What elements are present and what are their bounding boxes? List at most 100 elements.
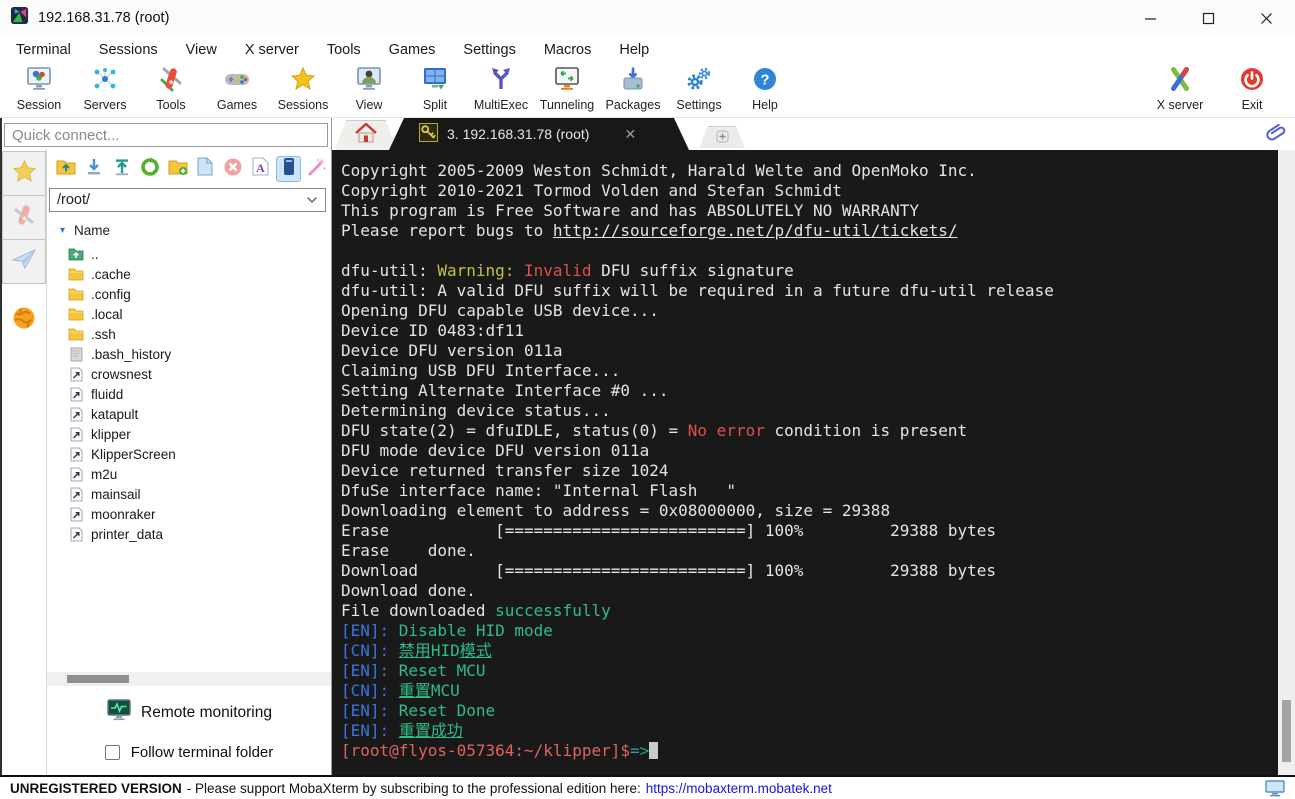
menu-help[interactable]: Help	[605, 38, 663, 62]
file-list-header[interactable]: ▾ Name	[47, 218, 331, 244]
home-icon	[353, 121, 379, 150]
file-row[interactable]: .local	[68, 304, 331, 324]
rename-file-button[interactable]: A	[249, 156, 274, 182]
toolbar-settings-button[interactable]: Settings	[666, 66, 732, 112]
file-row[interactable]: ..	[68, 244, 331, 264]
file-list-hscrollbar[interactable]	[47, 672, 331, 686]
attachments-paperclip-icon[interactable]	[1265, 120, 1287, 151]
path-dropdown[interactable]: /root/	[49, 188, 326, 212]
toolbar-servers-button[interactable]: Servers	[72, 66, 138, 112]
toolbar-multiexec-button[interactable]: MultiExec	[468, 66, 534, 112]
menu-sessions[interactable]: Sessions	[85, 38, 172, 62]
folder-icon	[68, 267, 84, 281]
menu-settings[interactable]: Settings	[449, 38, 529, 62]
download-file-button[interactable]	[82, 156, 107, 182]
file-row[interactable]: mainsail	[68, 484, 331, 504]
toolbar-button-label: MultiExec	[473, 98, 529, 112]
mobatek-link[interactable]: https://mobaxterm.mobatek.net	[646, 781, 832, 796]
follow-terminal-checkbox[interactable]	[104, 745, 120, 760]
follow-terminal-folder[interactable]: Follow terminal folder	[47, 729, 331, 775]
terminal-vscrollbar[interactable]	[1278, 150, 1295, 775]
file-row[interactable]: .config	[68, 284, 331, 304]
toolbar-view-button[interactable]: View	[336, 66, 402, 112]
terminal-text: DFU mode device DFU version 011a	[341, 441, 650, 460]
file-row[interactable]: moonraker	[68, 504, 331, 524]
sidebar-tab-macros[interactable]	[2, 239, 46, 284]
create-folder-button[interactable]	[165, 156, 190, 182]
ftb-upload-icon	[113, 158, 131, 181]
go-to-parent-folder-button[interactable]	[54, 156, 79, 182]
terminal-text: condition is present	[764, 421, 968, 440]
tab-active-session[interactable]: 3. 192.168.31.78 (root) ✕	[389, 118, 689, 150]
toolbar-tools-button[interactable]: Tools	[138, 66, 204, 112]
create-file-button[interactable]	[193, 156, 218, 182]
menu-macros[interactable]: Macros	[530, 38, 606, 62]
toolbar-packages-button[interactable]: Packages	[600, 66, 666, 112]
terminal-output[interactable]: Copyright 2005-2009 Weston Schmidt, Hara…	[332, 150, 1278, 775]
refresh-folder-button[interactable]	[137, 156, 162, 182]
maximize-button[interactable]	[1179, 0, 1237, 36]
remote-monitoring-button[interactable]: Remote monitoring	[47, 686, 331, 729]
toolbar-sessions-button[interactable]: Sessions	[270, 66, 336, 112]
sidebar-tab-sftp[interactable]	[2, 298, 46, 343]
tab-label: 3. 192.168.31.78 (root)	[447, 126, 590, 142]
file-row[interactable]: .cache	[68, 264, 331, 284]
follow-wand-button[interactable]	[304, 156, 329, 182]
upload-file-button[interactable]	[110, 156, 135, 182]
sftp-panel-toggle-button[interactable]	[276, 156, 302, 182]
toolbar-button-label: Sessions	[277, 98, 329, 112]
toolbar-x-server-button[interactable]: X server	[1147, 66, 1213, 112]
file-row[interactable]: katapult	[68, 404, 331, 424]
menu-games[interactable]: Games	[375, 38, 450, 62]
terminal-text: =>	[629, 741, 650, 760]
terminal-text: [root@flyos-057364:~/klipper]$	[341, 741, 630, 760]
toolbar-button-label: Split	[422, 98, 448, 112]
menu-terminal[interactable]: Terminal	[2, 38, 85, 62]
file-row[interactable]: crowsnest	[68, 364, 331, 384]
toolbar-split-button[interactable]: Split	[402, 66, 468, 112]
terminal-line: Erase [=========================] 100% 2…	[341, 521, 1278, 541]
new-tab-button[interactable]	[699, 126, 745, 148]
minimize-button[interactable]	[1121, 0, 1179, 36]
menu-tools[interactable]: Tools	[313, 38, 375, 62]
quick-connect-input[interactable]	[4, 123, 328, 147]
file-row[interactable]: klipper	[68, 424, 331, 444]
terminal-line: [root@flyos-057364:~/klipper]$=>	[341, 741, 1278, 761]
file-row[interactable]: .bash_history	[68, 344, 331, 364]
menu-view[interactable]: View	[172, 38, 231, 62]
ftb-download-icon	[85, 158, 103, 181]
file-row[interactable]: fluidd	[68, 384, 331, 404]
sidebar-tab-tools[interactable]	[2, 195, 46, 240]
tab-plane-icon	[11, 247, 37, 276]
sidebar-tab-sessions[interactable]	[2, 151, 46, 196]
folder-icon	[68, 327, 84, 341]
folder-up-icon	[68, 247, 84, 261]
file-row[interactable]: KlipperScreen	[68, 444, 331, 464]
file-name: ..	[91, 246, 99, 262]
terminal-line: [EN]: Disable HID mode	[341, 621, 1278, 641]
terminal-line: Download done.	[341, 581, 1278, 601]
tab-home[interactable]	[335, 120, 397, 150]
symlink-icon	[68, 487, 84, 502]
close-button[interactable]	[1237, 0, 1295, 36]
toolbar-help-button[interactable]: ? Help	[732, 66, 798, 112]
toolbar-button-label: Help	[752, 98, 778, 112]
menu-x-server[interactable]: X server	[231, 38, 313, 62]
vscrollbar-thumb[interactable]	[1282, 700, 1291, 762]
file-row[interactable]: m2u	[68, 464, 331, 484]
window-title: 192.168.31.78 (root)	[38, 10, 170, 26]
toolbar-games-button[interactable]: Games	[204, 66, 270, 112]
delete-file-button[interactable]	[221, 156, 246, 182]
tab-close-icon[interactable]: ✕	[624, 126, 636, 143]
hscrollbar-thumb[interactable]	[67, 675, 129, 683]
file-row[interactable]: .ssh	[68, 324, 331, 344]
toolbar-session-button[interactable]: Session	[6, 66, 72, 112]
ftb-refresh-icon	[140, 157, 160, 182]
file-row[interactable]: printer_data	[68, 524, 331, 544]
terminal-text: Download [=========================] 100…	[341, 561, 997, 580]
file-name: .bash_history	[91, 346, 172, 362]
toolbar-tunneling-button[interactable]: Tunneling	[534, 66, 600, 112]
ftb-wand-icon	[307, 157, 327, 182]
toolbar-exit-button[interactable]: Exit	[1219, 66, 1285, 112]
